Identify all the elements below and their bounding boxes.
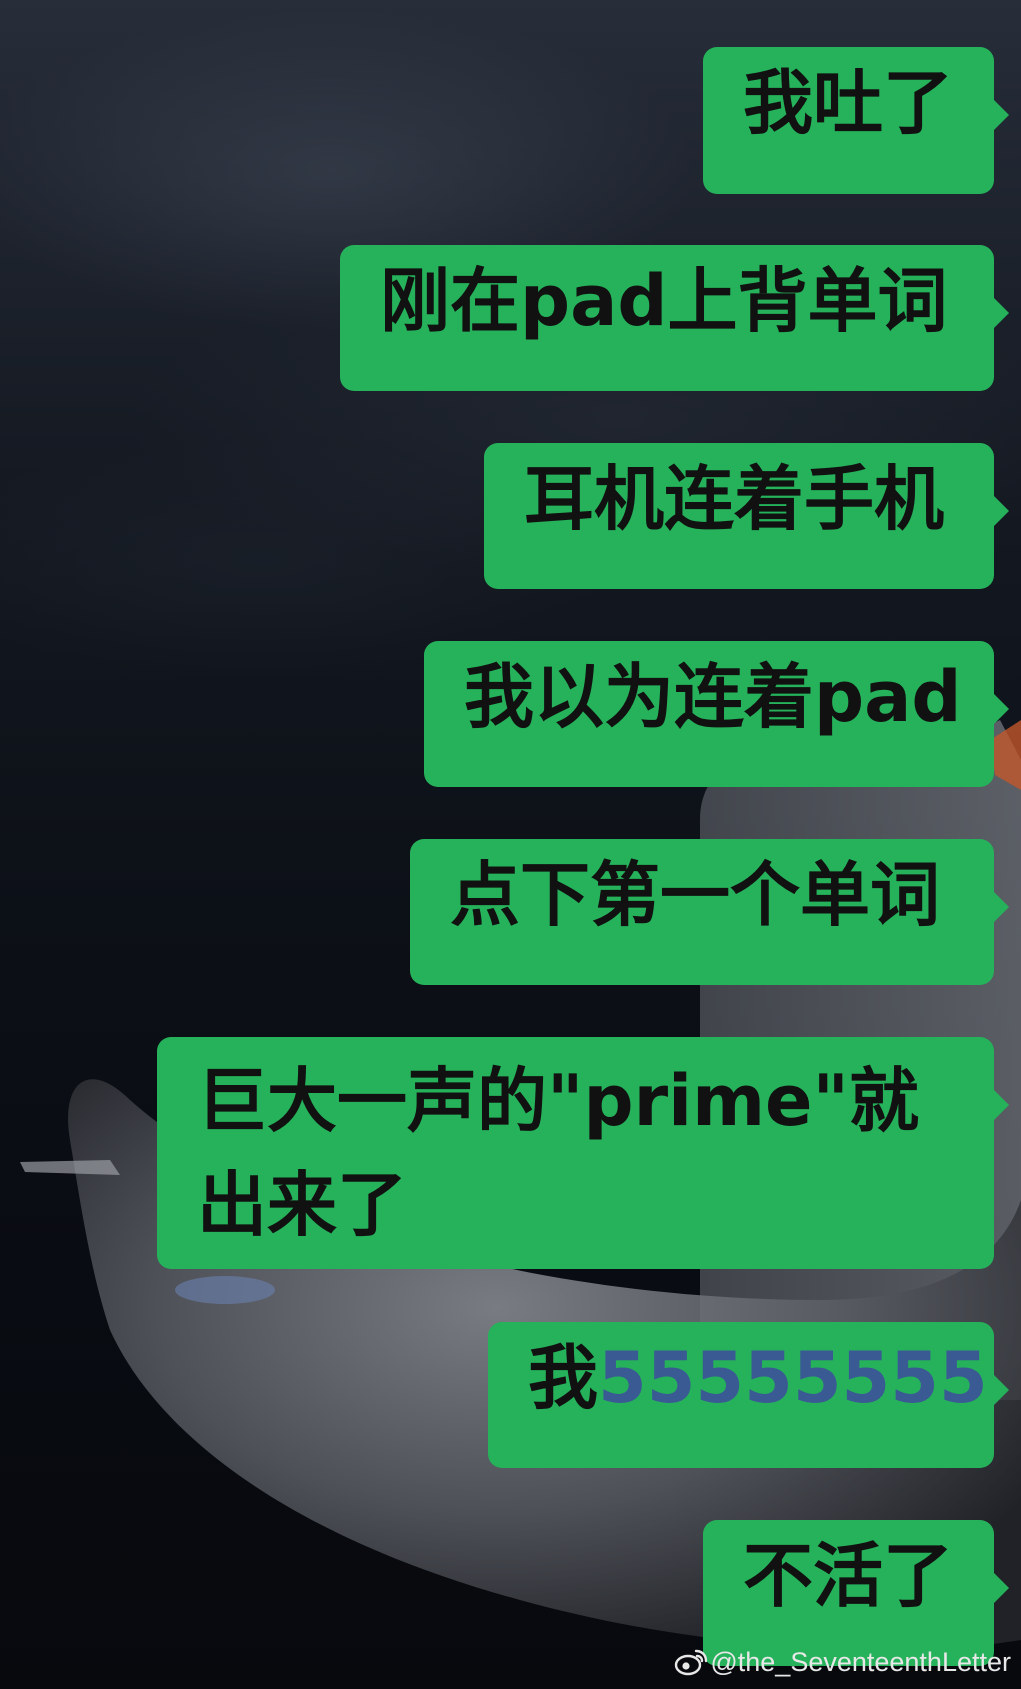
bubble-tail [993, 1089, 1009, 1121]
message-number: 55555555 [598, 1337, 988, 1419]
message-bubble-7[interactable]: 我55555555 [488, 1322, 1009, 1468]
bubble-tail [993, 99, 1009, 131]
message-bubble-6[interactable]: 巨大一声的"prime"就出来了 [157, 1037, 1009, 1269]
watermark-handle: @the_SeventeenthLetter [710, 1646, 1011, 1677]
message-prefix: 我 [528, 1337, 598, 1419]
bubble-tail [993, 1572, 1009, 1604]
bubble-tail [993, 1374, 1009, 1406]
bubble-tail [993, 891, 1009, 923]
message-text: 巨大一声的"prime"就出来了 [197, 1060, 919, 1246]
message-bubble-3[interactable]: 耳机连着手机 [484, 443, 1009, 589]
message-text: 我以为连着pad [464, 656, 962, 738]
message-text: 点下第一个单词 [450, 854, 940, 936]
message-text: 不活了 [743, 1535, 953, 1617]
message-text: 我吐了 [743, 62, 953, 144]
bubble-tail [993, 297, 1009, 329]
message-bubble-2[interactable]: 刚在pad上背单词 [340, 245, 1009, 391]
message-bubble-1[interactable]: 我吐了 [703, 47, 1009, 194]
bubble-tail [993, 495, 1009, 527]
message-text: 刚在pad上背单词 [380, 260, 948, 342]
message-bubble-4[interactable]: 我以为连着pad [424, 641, 1009, 787]
weibo-logo-icon [675, 1649, 708, 1676]
message-text: 耳机连着手机 [524, 458, 944, 540]
bubble-tail [993, 693, 1009, 725]
watermark: @the_SeventeenthLetter [674, 1642, 1011, 1682]
message-bubble-5[interactable]: 点下第一个单词 [410, 839, 1009, 985]
